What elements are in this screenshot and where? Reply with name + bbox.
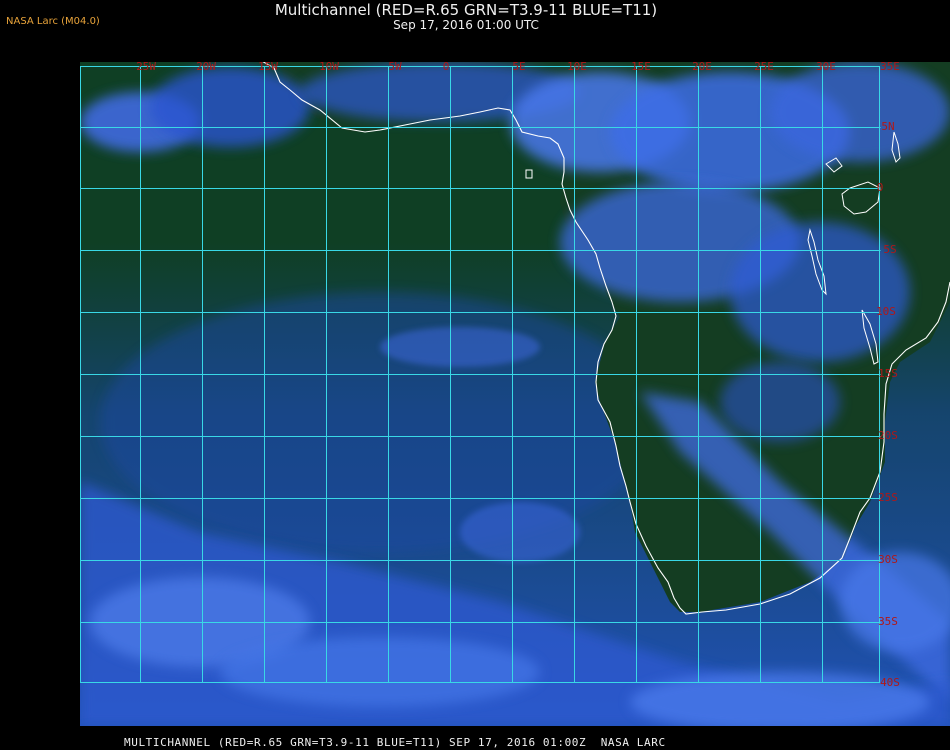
satellite-image-svg: 25W 20W 15W 10W 5W 0 5E 10E 15E 20E 25E … (80, 41, 950, 732)
lat-label: 35S (878, 615, 898, 628)
image-timestamp: Sep 17, 2016 01:00 UTC (393, 18, 539, 32)
lon-label: 20W (196, 62, 216, 73)
footer-caption-bar: MULTICHANNEL (RED=R.65 GRN=T3.9-11 BLUE=… (0, 735, 950, 750)
image-title: Multichannel (RED=R.65 GRN=T3.9-11 BLUE=… (274, 1, 658, 19)
footer-caption: MULTICHANNEL (RED=R.65 GRN=T3.9-11 BLUE=… (124, 736, 666, 749)
lat-label: 20S (878, 429, 898, 442)
lon-label: 5W (388, 62, 402, 73)
lat-label: 0 (877, 181, 884, 194)
lon-label: 25E (754, 62, 774, 73)
lat-label: 5N (881, 120, 894, 133)
lon-label: 25W (136, 62, 156, 73)
lat-label: 30S (878, 553, 898, 566)
cloud-band (770, 62, 950, 162)
lon-label: 15W (258, 62, 278, 73)
lon-label: 0 (443, 62, 450, 73)
lon-label: 5E (512, 62, 525, 73)
satellite-map: 25W 20W 15W 10W 5W 0 5E 10E 15E 20E 25E … (80, 41, 950, 732)
lon-label: 35E (880, 62, 900, 73)
cloud-swirl (220, 637, 540, 707)
cloud-patch (380, 327, 540, 367)
lon-label: 10E (567, 62, 587, 73)
lat-label: 10S (876, 305, 896, 318)
lat-label: 5S (883, 243, 896, 256)
lon-label: 20E (692, 62, 712, 73)
cloud-band (150, 67, 310, 147)
lat-label: 25S (878, 491, 898, 504)
lon-label: 30E (816, 62, 836, 73)
cloud-patch (460, 502, 580, 562)
lon-label: 15E (631, 62, 651, 73)
stratus-deck (100, 292, 660, 552)
lon-label: 10W (319, 62, 339, 73)
header-bar: NASA Larc (M04.0) Multichannel (RED=R.65… (0, 0, 950, 62)
lat-label: 40S (880, 676, 900, 689)
lat-label: 15S (878, 367, 898, 380)
